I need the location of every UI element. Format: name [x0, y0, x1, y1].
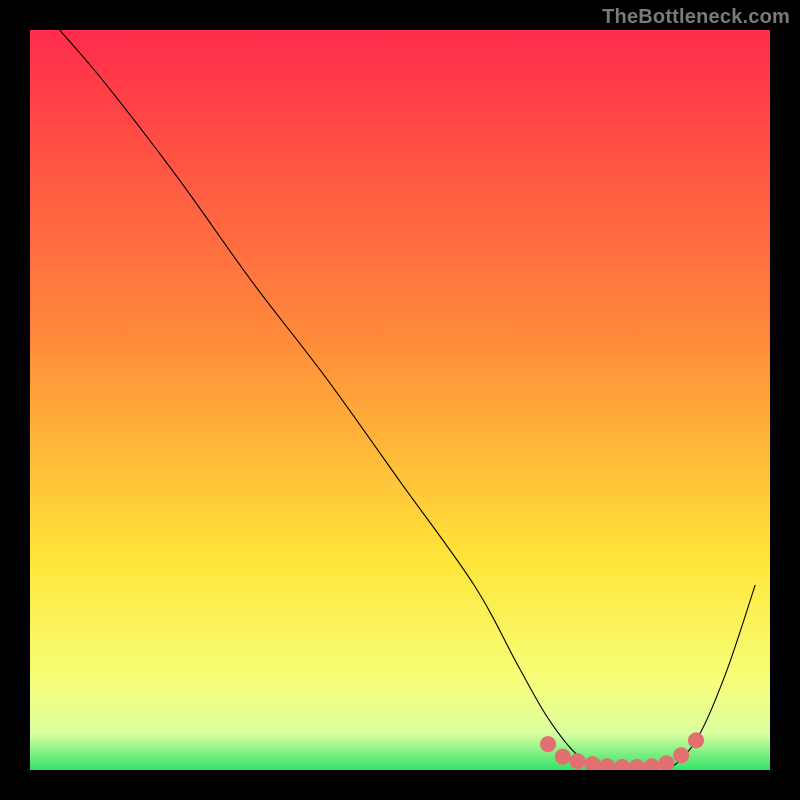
optimal-dot — [658, 755, 674, 771]
optimal-dot — [540, 736, 556, 752]
optimal-dot — [614, 759, 630, 775]
optimal-dot — [673, 747, 689, 763]
optimal-dot — [644, 758, 660, 774]
optimal-dot — [688, 732, 704, 748]
optimal-dot — [570, 753, 586, 769]
optimal-dot — [584, 756, 600, 772]
optimal-dot — [555, 749, 571, 765]
optimal-dot — [599, 758, 615, 774]
chart-svg — [0, 0, 800, 800]
optimal-dot — [629, 759, 645, 775]
watermark-text: TheBottleneck.com — [602, 6, 790, 29]
plot-background — [30, 30, 770, 770]
chart-container: TheBottleneck.com — [0, 0, 800, 800]
